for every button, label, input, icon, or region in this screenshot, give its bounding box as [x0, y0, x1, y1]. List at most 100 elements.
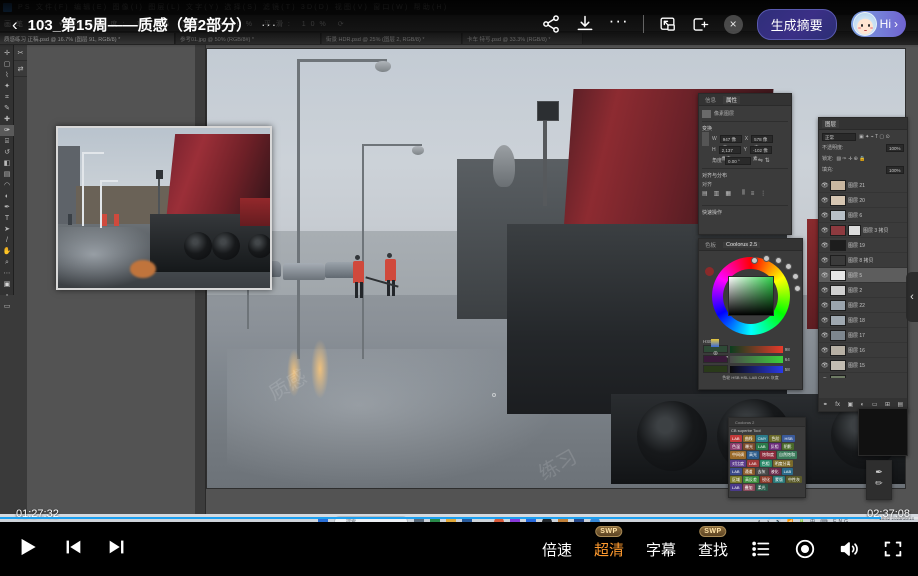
plugin-button[interactable]: HSB: [782, 435, 794, 442]
properties-tab-info[interactable]: 信息: [702, 96, 719, 104]
plugin-palette-panel[interactable]: Coolorus 2 CB superbe Tool LAB 曲线 CMY 色阶…: [728, 417, 806, 498]
properties-panel[interactable]: 信息 属性 像素图层 变换 W 947 像素 X 578 像素 H: [698, 93, 792, 235]
color-tab-coolorus[interactable]: Coolorus 2.5: [723, 242, 760, 248]
fx-icon[interactable]: fx: [835, 402, 840, 408]
table-row[interactable]: 👁图层 8 拷贝: [819, 253, 907, 268]
plugin-button[interactable]: 中性灰: [786, 476, 802, 483]
generate-summary-button[interactable]: 生成摘要: [757, 9, 837, 40]
fill-value[interactable]: 100%: [886, 166, 904, 174]
title-overflow-icon[interactable]: ···: [261, 17, 277, 32]
slider-b-bar[interactable]: [730, 366, 783, 373]
clone-stamp-tool-icon[interactable]: ⌸: [0, 136, 14, 147]
record-icon[interactable]: [794, 538, 816, 560]
hand-tool-icon[interactable]: ✋: [0, 246, 14, 257]
sidebar-collapse-handle[interactable]: ‹: [906, 272, 918, 322]
table-row[interactable]: 👁图层 17: [819, 328, 907, 343]
playlist-icon[interactable]: [750, 538, 772, 560]
group-icon[interactable]: ▭: [872, 401, 878, 408]
plugin-button[interactable]: CMY: [756, 435, 769, 442]
brush-preview-panel[interactable]: ✒ ✏: [866, 460, 892, 500]
layer-visibility-icon[interactable]: 👁: [821, 362, 828, 369]
layer-visibility-icon[interactable]: 👁: [821, 182, 828, 189]
table-row[interactable]: 👁图层 5: [819, 268, 907, 283]
playback-speed-button[interactable]: 倍速: [542, 539, 572, 560]
layer-visibility-icon[interactable]: 👁: [821, 242, 828, 249]
opacity-value[interactable]: 100%: [886, 144, 904, 152]
layer-visibility-icon[interactable]: 👁: [821, 197, 828, 204]
shape-tool-icon[interactable]: /: [0, 235, 14, 246]
plugin-button[interactable]: 曲线: [743, 435, 755, 442]
table-row[interactable]: 👁图层 3 拷贝: [819, 223, 907, 238]
layer-visibility-icon[interactable]: 👁: [821, 302, 828, 309]
harmony-swatch-2[interactable]: [763, 255, 770, 262]
plugin-button[interactable]: 区域: [730, 476, 742, 483]
plugin-button[interactable]: 色阶: [769, 435, 781, 442]
blend-mode-dropdown[interactable]: 正常: [822, 133, 856, 141]
volume-icon[interactable]: [838, 538, 860, 560]
back-arrow-icon[interactable]: ‹: [12, 16, 18, 33]
plugin-button[interactable]: 通道: [743, 468, 755, 475]
plugin-button[interactable]: 高光: [747, 451, 759, 458]
plugin-button[interactable]: LAB: [730, 484, 742, 491]
plugin-button[interactable]: LAB: [782, 468, 794, 475]
properties-x-value[interactable]: 578 像素: [751, 135, 773, 143]
plugin-button[interactable]: 液化: [769, 468, 781, 475]
foreground-background-swatches[interactable]: [711, 339, 719, 347]
slider-h-bar[interactable]: [730, 346, 783, 353]
link-layers-icon[interactable]: ⚭: [823, 401, 828, 408]
new-layer-icon[interactable]: ⊞: [885, 401, 890, 408]
search-button[interactable]: SWP 查找: [698, 539, 728, 560]
table-row[interactable]: 👁图层 6: [819, 208, 907, 223]
layer-visibility-icon[interactable]: 👁: [821, 212, 828, 219]
layer-visibility-icon[interactable]: 👁: [821, 317, 828, 324]
flip-icons[interactable]: ⇋ ⇅: [758, 157, 770, 164]
layer-visibility-icon[interactable]: 👁: [821, 347, 828, 354]
sliders-icon[interactable]: ⇄: [14, 61, 27, 77]
plugin-button[interactable]: 曝光: [743, 443, 755, 450]
color-wheel[interactable]: [712, 257, 790, 335]
plugin-button[interactable]: 中间调: [730, 451, 746, 458]
table-row[interactable]: 👁图层 15: [819, 358, 907, 373]
plugin-button[interactable]: 阴影: [782, 443, 794, 450]
download-icon[interactable]: [575, 14, 595, 34]
properties-angle-value[interactable]: 0.00 °: [725, 157, 751, 165]
quick-mask-icon[interactable]: ▫: [0, 290, 14, 301]
subtitles-button[interactable]: 字幕: [646, 539, 676, 560]
table-row[interactable]: 👁图层 20: [819, 193, 907, 208]
color-settings-icon[interactable]: ⊛: [713, 350, 718, 357]
edit-toolbar-icon[interactable]: ⋯: [0, 268, 14, 279]
slider-s-bar[interactable]: [730, 356, 783, 363]
properties-h-value[interactable]: 2,137 像素: [719, 146, 741, 154]
plugin-button[interactable]: 柔光: [756, 484, 768, 491]
picture-in-picture-icon[interactable]: [658, 15, 677, 34]
brush-tool-icon[interactable]: ✑: [0, 125, 14, 136]
close-icon[interactable]: ×: [724, 15, 743, 34]
more-options-icon[interactable]: ···: [609, 11, 629, 37]
type-tool-icon[interactable]: T: [0, 213, 14, 224]
table-row[interactable]: 👁图层 22: [819, 298, 907, 313]
harmony-swatch-6[interactable]: [794, 285, 801, 292]
screen-mode-icon[interactable]: ▭: [0, 301, 14, 312]
eraser-tool-icon[interactable]: ◧: [0, 158, 14, 169]
properties-tab-properties[interactable]: 属性: [723, 96, 740, 104]
table-row[interactable]: 👁图层 2: [819, 283, 907, 298]
plugin-button[interactable]: 叠加: [743, 484, 755, 491]
harmony-swatch-1[interactable]: [751, 257, 758, 264]
path-select-tool-icon[interactable]: ➤: [0, 224, 14, 235]
distribute-h-icon[interactable]: ⫼: [742, 190, 745, 197]
plugin-button[interactable]: 蒙版: [773, 476, 785, 483]
plugin-button[interactable]: 明度分离: [773, 460, 793, 467]
reference-photo-overlay[interactable]: [56, 126, 272, 290]
chevron-right-icon[interactable]: ›: [894, 17, 898, 31]
marquee-tool-icon[interactable]: ▢: [0, 59, 14, 70]
color-saturation-square[interactable]: [728, 276, 774, 316]
align-buttons-row[interactable]: ▤ ▥ ▦ ⫼ ≡ ⋮: [702, 190, 788, 197]
crop-tool-icon[interactable]: ⌗: [0, 92, 14, 103]
healing-brush-tool-icon[interactable]: ✚: [0, 114, 14, 125]
navigator-preview-panel[interactable]: [858, 408, 908, 456]
current-color-swatch[interactable]: [705, 267, 714, 276]
layer-filter-icons[interactable]: ▣ ✦ ⌁ T ▢ ⊙: [859, 134, 890, 140]
plugin-button-grid[interactable]: LAB 曲线 CMY 色阶 HSB 色温 曝光 LAB 反相 阴影 中间调 高光…: [729, 434, 805, 492]
play-button[interactable]: [14, 534, 40, 565]
align-more-icon[interactable]: ⋮: [760, 190, 766, 197]
